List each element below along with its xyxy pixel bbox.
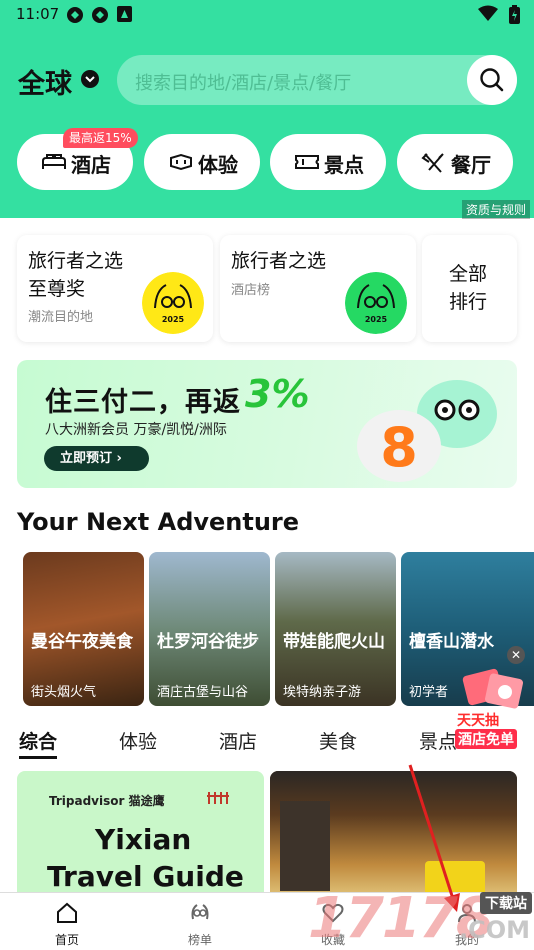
adventure-title: 曼谷午夜美食 — [31, 632, 133, 652]
feed-card-guide[interactable]: Tripadvisor 猫途鹰 Yixian Travel Guide — [17, 771, 264, 896]
guide-headline: Yixian Travel Guide — [47, 823, 244, 893]
adventure-title: 杜罗河谷徒步 — [157, 632, 259, 652]
rules-link[interactable]: 资质与规则 — [461, 200, 530, 219]
category-label: 体验 — [198, 153, 238, 177]
battery-icon — [509, 5, 520, 24]
adventure-card[interactable]: 杜罗河谷徒步 酒庄古堡与山谷 — [149, 552, 270, 706]
nav-home[interactable]: 首页 — [27, 893, 107, 950]
category-label: 酒店 — [71, 153, 111, 177]
nav-rankings[interactable]: 榜单 — [160, 893, 240, 950]
utensils-icon — [421, 153, 444, 173]
tab-all[interactable]: 综合 — [19, 727, 57, 754]
adventure-title: 带娃能爬火山 — [283, 632, 385, 652]
ticket-stub-icon — [295, 155, 319, 169]
float-promo-line1: 天天抽 — [457, 713, 499, 729]
svg-text:8: 8 — [380, 416, 418, 479]
watermark-suffix: .COM — [458, 916, 530, 944]
nav-label: 榜单 — [187, 933, 212, 947]
search-icon — [480, 68, 504, 92]
travelers-choice-badge-icon: 2025 — [142, 272, 204, 334]
section-title: Your Next Adventure — [17, 508, 300, 536]
svg-text:2025: 2025 — [365, 315, 388, 324]
watermark: 17178 下载站 .COM — [308, 886, 534, 950]
tab-food[interactable]: 美食 — [319, 727, 357, 754]
adventure-subtitle: 街头烟火气 — [31, 685, 97, 700]
active-tab-indicator — [19, 756, 57, 759]
gift-box-icon — [462, 668, 524, 709]
travelers-choice-badge-icon: 2025 — [345, 272, 407, 334]
search-placeholder: 搜索目的地/酒店/景点/餐厅 — [135, 73, 352, 94]
brand-logo: Tripadvisor 猫途鹰 — [49, 794, 165, 808]
award-card-destinations[interactable]: 旅行者之选 至尊奖 潮流目的地 2025 — [17, 235, 213, 342]
bed-icon — [42, 154, 66, 169]
adventure-card[interactable]: 曼谷午夜美食 街头烟火气 — [23, 552, 144, 706]
category-attractions[interactable]: 景点 — [270, 134, 386, 190]
region-selector[interactable]: 全球 — [18, 62, 72, 101]
coin-illustration-icon: 8 — [357, 380, 497, 482]
promo-headline: 住三付二，再返 — [45, 387, 241, 418]
tab-experience[interactable]: 体验 — [119, 727, 157, 754]
float-promo-line2: 酒店免单 — [455, 729, 517, 749]
award-subtitle: 酒店榜 — [231, 283, 271, 298]
app-notification-icon — [117, 6, 132, 22]
promo-subtitle: 八大洲新会员 万豪/凯悦/洲际 — [45, 422, 227, 438]
adventure-subtitle: 埃特纳亲子游 — [283, 685, 362, 700]
adventure-subtitle: 酒庄古堡与山谷 — [157, 685, 249, 700]
all-rankings-button[interactable]: 全部 排行 — [422, 235, 517, 342]
category-experience[interactable]: 体验 — [144, 134, 260, 190]
close-icon[interactable]: ✕ — [507, 646, 525, 664]
award-subtitle: 潮流目的地 — [28, 310, 94, 325]
floating-promo[interactable]: 天天抽 酒店免单 — [451, 666, 533, 752]
category-label: 景点 — [324, 153, 364, 177]
promo-banner[interactable]: 住三付二，再返 3% 八大洲新会员 万豪/凯悦/洲际 立即预订 › 8 — [17, 360, 517, 488]
category-label: 餐厅 — [451, 153, 491, 177]
search-input[interactable]: 搜索目的地/酒店/景点/餐厅 — [117, 55, 517, 105]
search-button[interactable] — [467, 55, 517, 105]
adventure-title: 檀香山潜水 — [409, 632, 494, 652]
status-time: 11:07 — [16, 5, 60, 23]
award-card-hotels[interactable]: 旅行者之选 酒店榜 2025 — [220, 235, 416, 342]
category-restaurants[interactable]: 餐厅 — [397, 134, 513, 190]
nav-label: 首页 — [54, 933, 79, 947]
chevron-down-icon[interactable] — [81, 70, 99, 88]
notification-icon — [67, 7, 83, 23]
adventure-subtitle: 初学者 — [409, 685, 449, 700]
award-title: 旅行者之选 — [231, 250, 327, 272]
award-title: 旅行者之选 至尊奖 — [28, 250, 124, 300]
watermark-tag: 下载站 — [480, 892, 532, 914]
tab-hotels[interactable]: 酒店 — [219, 727, 257, 754]
feed-card-photo[interactable] — [270, 771, 517, 896]
wifi-icon — [478, 5, 498, 21]
partner-logo-icon — [207, 792, 229, 804]
tab-attractions[interactable]: 景点 — [419, 727, 457, 754]
promo-badge: 最高返15% — [63, 128, 138, 148]
status-bar: 11:07 — [0, 0, 534, 30]
notification-icon — [92, 7, 108, 23]
all-rankings-label: 全部 排行 — [449, 263, 488, 313]
book-now-button[interactable]: 立即预订 › — [44, 446, 149, 471]
svg-text:2025: 2025 — [162, 315, 185, 324]
ticket-icon — [170, 153, 192, 171]
adventure-card[interactable]: 带娃能爬火山 埃特纳亲子游 — [275, 552, 396, 706]
home-icon — [57, 902, 77, 923]
laurel-icon — [191, 904, 209, 920]
promo-percent: 3% — [245, 372, 310, 416]
